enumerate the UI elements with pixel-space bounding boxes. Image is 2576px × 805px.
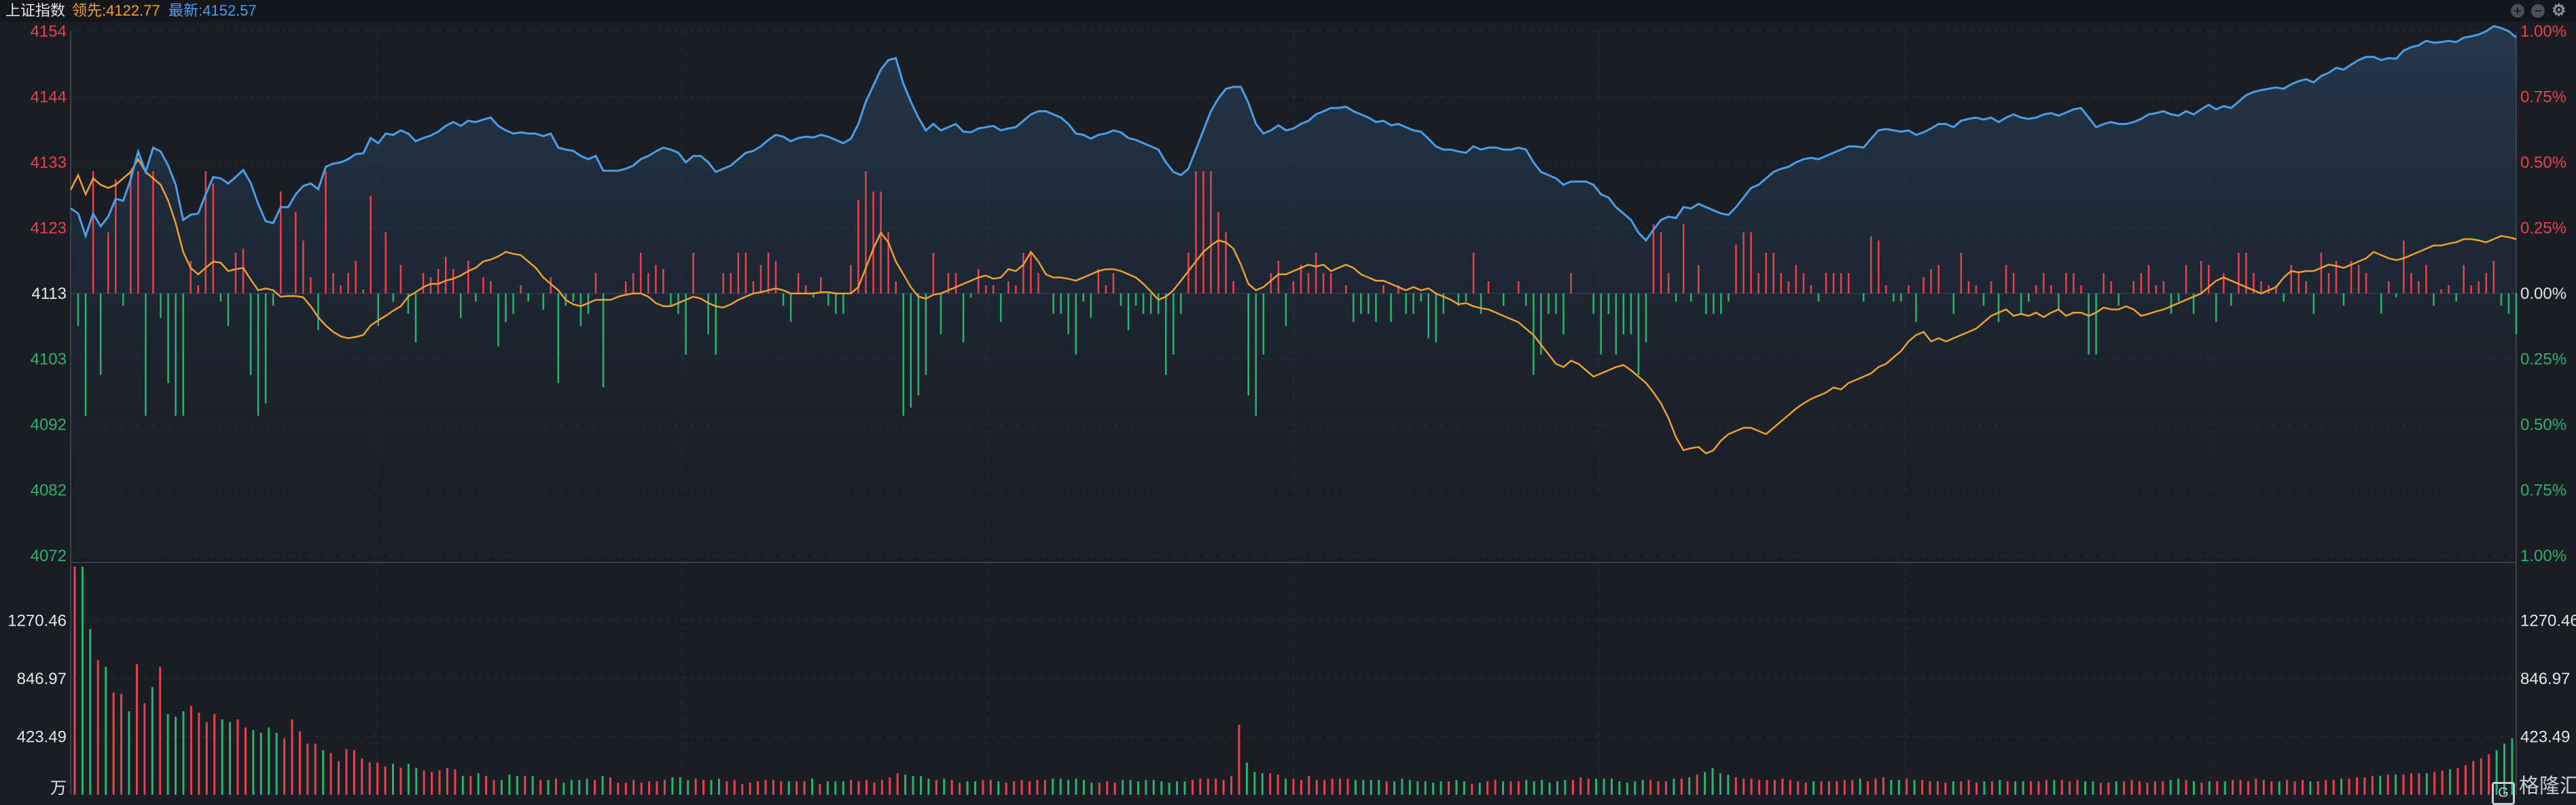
pct-tick-label: 1.00%: [2520, 22, 2566, 41]
volume-tick-label: 423.49: [17, 728, 67, 747]
price-tick-label: 4092: [31, 416, 67, 434]
volume-tick-label: 1270.46: [7, 612, 67, 630]
price-tick-label: 4123: [31, 219, 67, 238]
volume-tick-label: 846.97: [2520, 670, 2570, 688]
pct-tick-label: 0.25%: [2520, 219, 2566, 238]
pct-tick-label: 0.50%: [2520, 154, 2566, 172]
volume-tick-label: 1270.46: [2520, 612, 2576, 630]
price-tick-label: 4154: [31, 22, 67, 41]
pct-tick-label: 0.25%: [2520, 351, 2566, 369]
pct-tick-label: 1.00%: [2520, 547, 2566, 565]
volume-tick-label: 846.97: [17, 670, 67, 688]
volume-tick-label: 423.49: [2520, 728, 2570, 747]
watermark-text: 格隆汇: [2519, 775, 2576, 798]
pct-tick-label: 0.75%: [2520, 482, 2566, 500]
price-tick-label: 4103: [31, 351, 67, 369]
price-tick-label: 4144: [31, 88, 67, 107]
pct-tick-label: 0.00%: [2520, 285, 2566, 303]
intraday-chart: 4154 1.00% 4144 0.75% 4133 0.50% 4123 0.25% 4113…: [7, 22, 2576, 798]
volume-unit-label: 万: [50, 779, 67, 798]
price-tick-label: 4133: [31, 154, 67, 172]
price-tick-label: 4072: [31, 547, 67, 565]
pct-tick-label: 0.50%: [2520, 416, 2566, 434]
price-tick-label: 4113: [31, 285, 67, 303]
price-tick-label: 4082: [31, 482, 67, 500]
watermark-logo: G 格隆汇: [2492, 769, 2576, 805]
watermark-icon: G: [2492, 782, 2515, 805]
pct-tick-label: 0.75%: [2520, 88, 2566, 107]
